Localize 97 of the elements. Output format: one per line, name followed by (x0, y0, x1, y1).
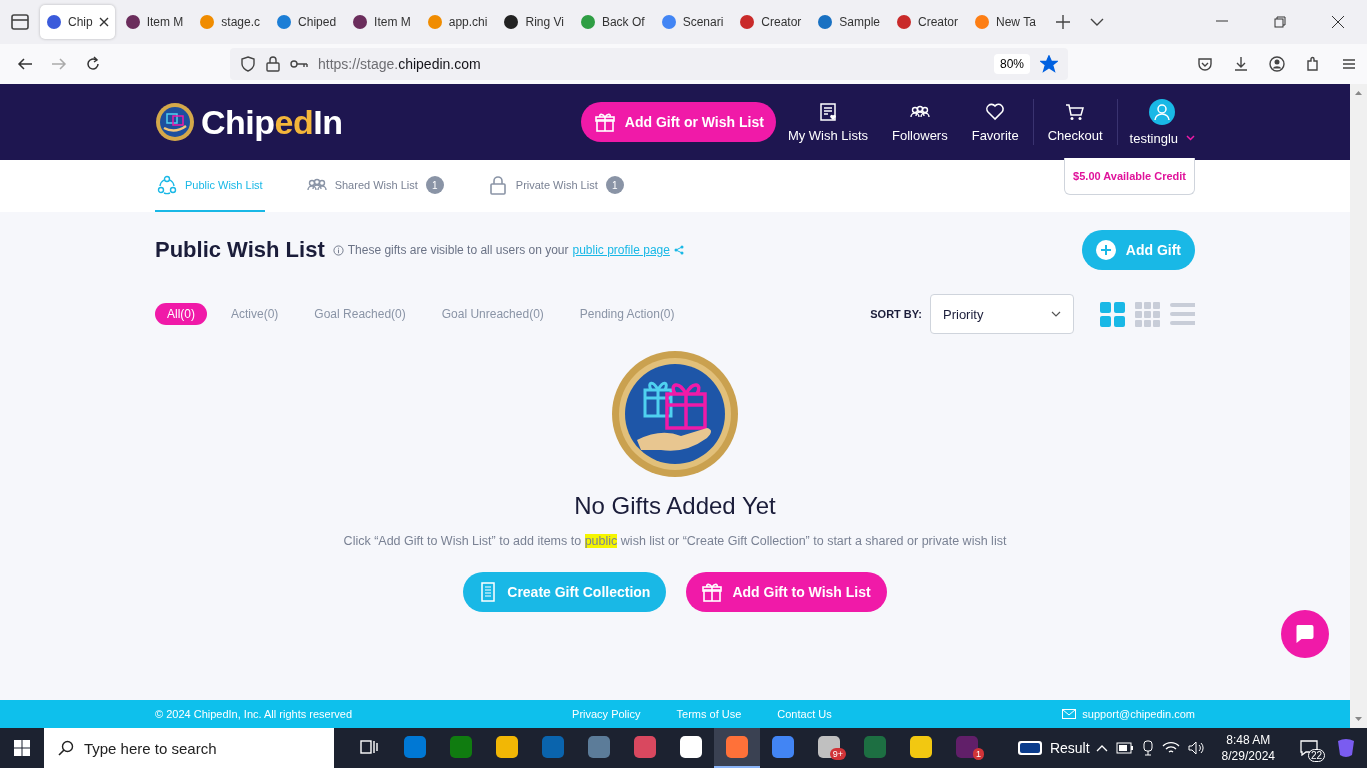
taskbar-app[interactable]: 9+ (805, 728, 852, 768)
caret-icon (1186, 135, 1195, 141)
download-icon (1233, 56, 1249, 72)
count-badge: 1 (605, 176, 624, 194)
key-icon (290, 59, 308, 69)
address-bar[interactable]: https://stage.chipedin.com 80% (230, 48, 1068, 80)
browser-tab[interactable]: Ring Vi (497, 5, 570, 39)
mail-icon (1062, 709, 1077, 719)
lock-icon (487, 175, 508, 195)
copilot-icon (1335, 737, 1357, 759)
account-icon (1269, 56, 1285, 72)
share-icon (673, 245, 684, 255)
chevron-down-icon (1051, 311, 1061, 317)
sort-dropdown[interactable]: Priority (930, 294, 1074, 334)
reload-icon (85, 56, 101, 72)
logo-gift-icon (155, 102, 195, 142)
count-badge: 1 (425, 176, 444, 194)
gift-icon (702, 582, 723, 602)
shield-icon (240, 56, 256, 72)
browser-tab[interactable]: stage.c (193, 5, 267, 39)
taskbar-app[interactable] (713, 728, 760, 768)
large-grid-icon (1100, 301, 1125, 327)
browser-tab[interactable]: New Ta (968, 5, 1042, 39)
task-view-icon (359, 739, 378, 755)
scroll-icon (479, 582, 498, 602)
heart-icon (985, 101, 1006, 122)
notifications-button[interactable]: 22 (1291, 728, 1327, 768)
filter-tab[interactable]: All(0) (155, 303, 207, 325)
view-toggle[interactable] (1170, 301, 1195, 327)
user-avatar-icon (1149, 98, 1176, 125)
webcam-icon (1141, 740, 1154, 756)
nav-item[interactable]: Favorite (959, 101, 1031, 143)
notification-badge: 1 (972, 748, 984, 760)
taskbar-app[interactable]: 1 (943, 728, 990, 768)
speaker-icon (1187, 741, 1206, 755)
menu-icon (1341, 56, 1357, 72)
browser-tab[interactable]: Creator (890, 5, 965, 39)
wish-list-icon (817, 101, 838, 122)
zoom-level-button[interactable]: 80% (993, 54, 1030, 74)
chevron-down-icon (1089, 18, 1104, 26)
info-icon (332, 244, 344, 256)
plus-icon (1055, 15, 1070, 29)
weather-icon (1017, 740, 1042, 756)
view-toggle[interactable] (1100, 301, 1125, 327)
empty-state-title: No Gifts Added Yet (574, 492, 776, 520)
empty-state-message: Click “Add Gift to Wish List” to add items to public wish list or “Create Gift Collection” to start a shared or private wish list (343, 534, 1007, 548)
browser-tab[interactable]: Creator (733, 5, 808, 39)
notification-count: 22 (1307, 749, 1325, 762)
browser-tab[interactable]: Sample (811, 5, 886, 39)
browser-tab[interactable]: Back Of (573, 5, 651, 39)
nav-item[interactable]: Checkout (1035, 101, 1115, 143)
copyright-text: © 2024 ChipedIn, Inc. All rights reserved (155, 708, 353, 720)
chat-button[interactable] (1281, 610, 1329, 658)
browser-tab[interactable]: Chiped (270, 5, 343, 39)
back-icon (17, 56, 33, 72)
available-credit: $5.00 Available Credit (1064, 158, 1195, 195)
network-icon (157, 175, 177, 195)
restore-icon (1274, 16, 1286, 28)
browser-tab[interactable]: Scenari (654, 5, 730, 39)
windows-logo-icon (13, 740, 30, 756)
extensions-icon (1305, 56, 1321, 72)
taskbar-search-field[interactable]: Type here to search (43, 728, 334, 768)
pocket-icon (1197, 56, 1213, 72)
clock[interactable]: 8:48 AM 8/29/2024 (1213, 732, 1283, 764)
url-text: https://stage.chipedin.com (318, 56, 481, 72)
add-gift-or-wish-list-button[interactable]: Add Gift or Wish List (580, 102, 776, 142)
wifi-icon (1161, 741, 1180, 755)
close-icon (98, 17, 109, 27)
scroll-down-icon (1355, 717, 1362, 721)
browser-tab[interactable]: Item M (118, 5, 190, 39)
browser-tab[interactable]: Chip (40, 5, 115, 39)
browser-tab[interactable]: app.chi (420, 5, 494, 39)
weather-widget[interactable]: Result (1011, 739, 1096, 757)
close-icon (1332, 16, 1344, 28)
view-toggle[interactable] (1135, 301, 1160, 327)
page-title: Public Wish List (155, 237, 325, 263)
add-gift-to-wish-list-button[interactable]: Add Gift to Wish List (686, 572, 887, 612)
plus-circle-icon (1095, 240, 1116, 260)
cart-icon (1065, 101, 1086, 122)
forward-icon (51, 56, 67, 72)
list-icon (1170, 301, 1195, 327)
wish-list-tab[interactable]: Private Wish List 1 (485, 160, 626, 212)
chevron-up-icon (1095, 744, 1108, 752)
nav-item[interactable]: Followers (880, 101, 960, 143)
battery-icon (1115, 742, 1134, 754)
browser-tab[interactable]: Item M (346, 5, 417, 39)
visibility-note: These gifts are visible to all users on your (347, 243, 569, 257)
gift-icon (594, 112, 615, 132)
wish-list-tab[interactable]: Shared Wish List 1 (304, 160, 446, 212)
lock-icon (266, 56, 280, 72)
logo-wordmark: ChipedIn (201, 102, 343, 142)
user-menu[interactable]: testinglu (1119, 98, 1195, 146)
scroll-up-icon (1355, 91, 1362, 95)
chat-bubble-icon (1296, 625, 1314, 643)
small-grid-icon (1135, 301, 1160, 327)
sort-label: SORT BY: (870, 308, 922, 320)
nav-item[interactable]: My Wish Lists (775, 101, 881, 143)
